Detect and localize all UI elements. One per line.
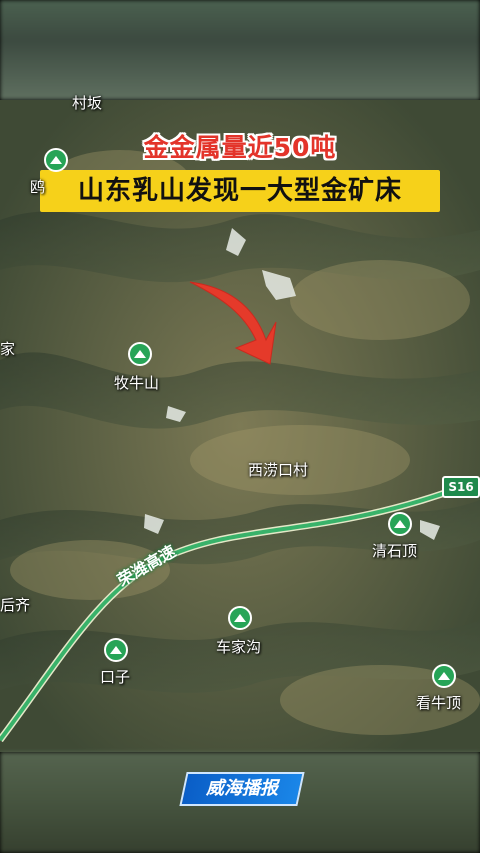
mountain-peak-icon[interactable] [388, 512, 412, 536]
mountain-peak-icon[interactable] [44, 148, 68, 172]
map-label-kanniuding[interactable]: 看牛顶 [416, 692, 461, 713]
mountain-peak-icon[interactable] [128, 342, 152, 366]
brand-logo: 威海播报 [179, 772, 305, 806]
mountain-peak-icon[interactable] [104, 638, 128, 662]
mountain-peak-icon[interactable] [432, 664, 456, 688]
map-label-edge-topleft: 鸥 [30, 178, 46, 196]
mountain-peak-icon[interactable] [228, 606, 252, 630]
map-label-chejiagou[interactable]: 车家沟 [216, 636, 261, 657]
brand-name: 威海播报 [206, 778, 278, 799]
map-label-kouzi[interactable]: 口子 [100, 666, 130, 687]
map-label-top-partial: 村坂 [72, 94, 103, 112]
map-label-qingshiding[interactable]: 清石顶 [372, 540, 417, 561]
headline-line-2: 山东乳山发现一大型金矿床 [40, 170, 440, 212]
map-label-muniushan[interactable]: 牧牛山 [114, 372, 159, 393]
map-label-xilaokoucun[interactable]: 西涝口村 [248, 459, 308, 480]
map-label-edge-left: 家 [0, 340, 16, 358]
blurred-top-background [0, 0, 480, 100]
map-label-houjie[interactable]: 后齐 [0, 594, 30, 615]
highway-shield: S16 [442, 476, 480, 498]
headline-line-1: 金金属量近50吨 [143, 133, 337, 162]
